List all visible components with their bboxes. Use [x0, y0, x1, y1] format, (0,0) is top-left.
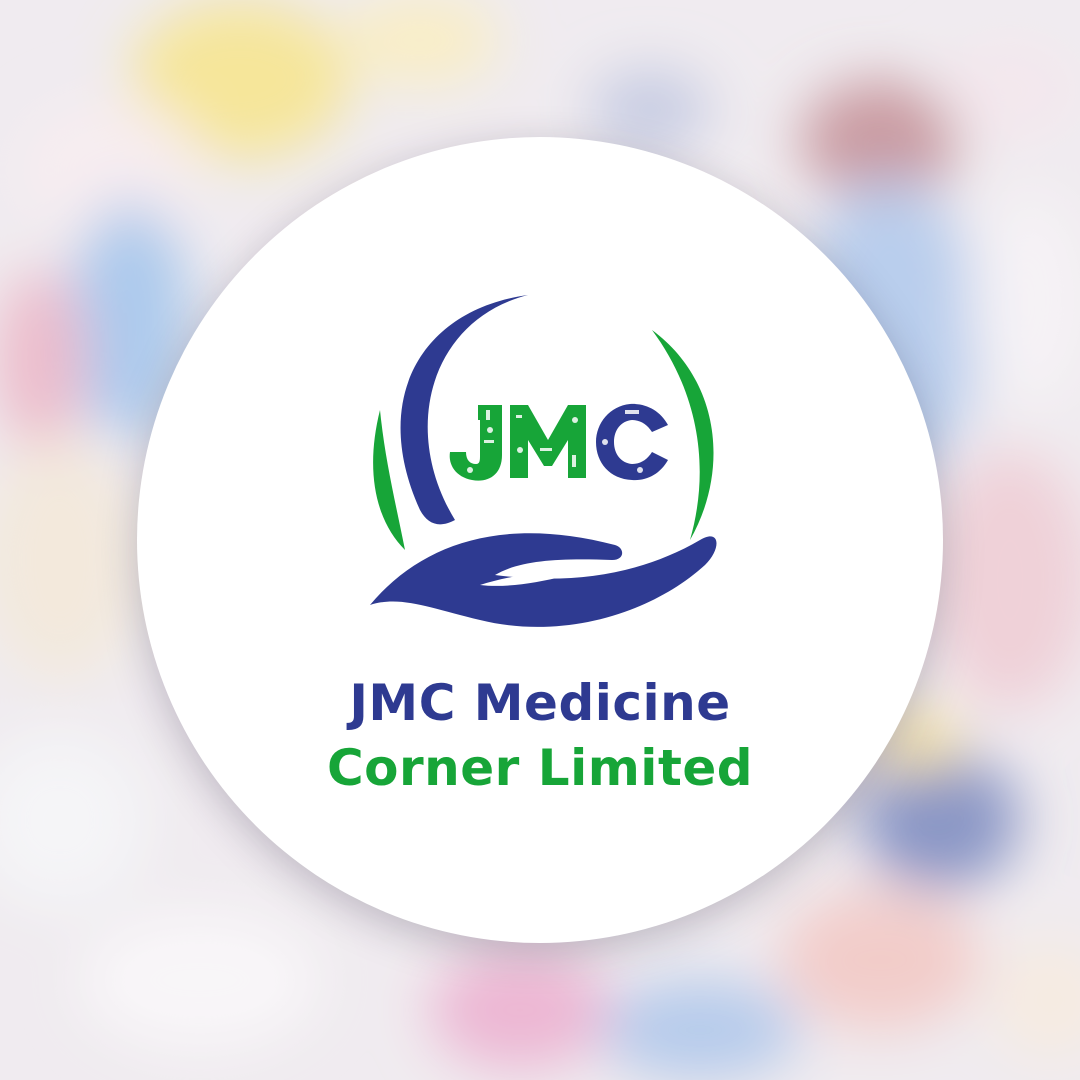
- jmc-monogram: [449, 403, 668, 481]
- green-right-arc: [652, 330, 714, 540]
- green-left-arc: [373, 410, 405, 550]
- company-name-line-2: Corner Limited: [326, 739, 754, 797]
- navy-crescent-arc: [400, 295, 528, 525]
- company-name-line-1: JMC Medicine: [349, 674, 731, 732]
- jmc-logo-mark: [370, 295, 717, 627]
- letter-j: [449, 405, 502, 481]
